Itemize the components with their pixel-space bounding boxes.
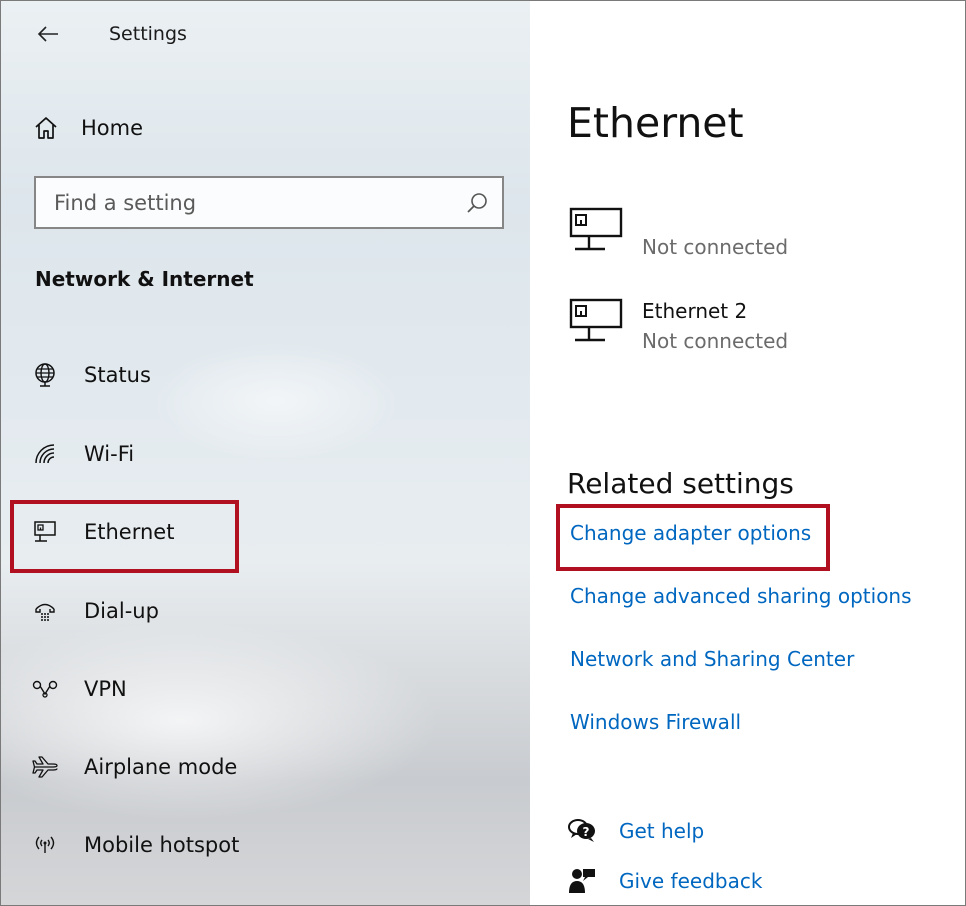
nav-item-label: Ethernet: [84, 520, 175, 544]
sidebar: Settings Home Network & Internet: [1, 1, 530, 905]
ethernet-adapter-icon: [569, 298, 623, 342]
nav-item-status[interactable]: Status: [31, 353, 311, 397]
nav-item-label: Dial-up: [84, 599, 159, 623]
search-input[interactable]: [36, 178, 456, 227]
search-box: [34, 176, 504, 229]
give-feedback-icon: [567, 866, 597, 896]
adapter-item[interactable]: Ethernet 2 Not connected: [567, 298, 947, 362]
network-and-sharing-center-link[interactable]: Network and Sharing Center: [570, 647, 854, 671]
home-nav-item[interactable]: Home: [33, 109, 333, 147]
app-title: Settings: [109, 23, 187, 45]
ethernet-icon: [31, 518, 59, 546]
adapter-status: Not connected: [642, 329, 789, 353]
page-title: Ethernet: [567, 99, 744, 147]
ethernet-adapter-icon: [569, 207, 623, 251]
vpn-icon: [31, 675, 59, 703]
back-button[interactable]: [31, 19, 65, 49]
nav-item-dialup[interactable]: Dial-up: [31, 589, 311, 633]
globe-icon: [31, 361, 59, 389]
adapter-status: Not connected: [642, 235, 789, 259]
change-adapter-options-link[interactable]: Change adapter options: [570, 521, 811, 545]
nav-item-mobile-hotspot[interactable]: Mobile hotspot: [31, 823, 311, 867]
nav-item-ethernet[interactable]: Ethernet: [31, 510, 311, 554]
nav-item-vpn[interactable]: VPN: [31, 667, 311, 711]
adapter-name: Ethernet 2: [642, 299, 748, 323]
nav-item-label: Status: [84, 363, 151, 387]
search-icon[interactable]: [464, 190, 490, 216]
adapter-item[interactable]: Not connected: [567, 207, 947, 271]
nav-item-label: Airplane mode: [84, 755, 238, 779]
section-title: Network & Internet: [35, 267, 254, 291]
get-help-label: Get help: [619, 819, 705, 843]
svg-text:?: ?: [583, 825, 590, 839]
nav-item-label: Mobile hotspot: [84, 833, 240, 857]
nav-item-wifi[interactable]: Wi-Fi: [31, 432, 311, 476]
nav-item-label: Wi-Fi: [84, 442, 135, 466]
give-feedback-label: Give feedback: [619, 869, 763, 893]
change-advanced-sharing-options-link[interactable]: Change advanced sharing options: [570, 584, 912, 608]
get-help-icon: ?: [567, 816, 597, 846]
give-feedback-link[interactable]: Give feedback: [567, 863, 867, 899]
main-content: Ethernet Not connected Ethernet 2 Not co…: [530, 1, 965, 905]
settings-window: Settings Home Network & Internet: [0, 0, 966, 906]
nav-item-airplane-mode[interactable]: Airplane mode: [31, 745, 311, 789]
windows-firewall-link[interactable]: Windows Firewall: [570, 710, 741, 734]
background-glow: [1, 621, 441, 821]
wifi-icon: [31, 440, 59, 468]
get-help-link[interactable]: ? Get help: [567, 813, 867, 849]
back-arrow-icon: [37, 26, 58, 42]
home-icon: [35, 117, 57, 139]
airplane-icon: [31, 753, 59, 781]
related-settings-title: Related settings: [567, 467, 794, 500]
nav-item-label: VPN: [84, 677, 127, 701]
hotspot-icon: [31, 831, 59, 859]
dialup-icon: [31, 597, 59, 625]
home-label: Home: [81, 116, 144, 140]
